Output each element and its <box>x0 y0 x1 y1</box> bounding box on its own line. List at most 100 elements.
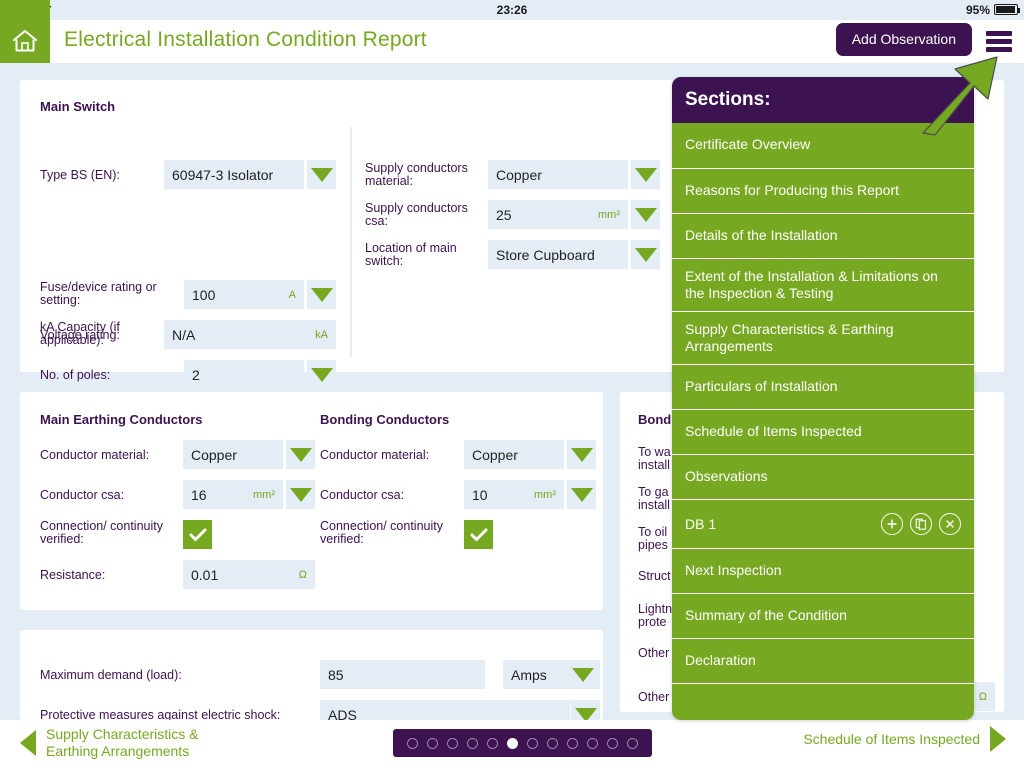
field-label-me-resistance: Resistance: <box>40 568 106 582</box>
dropdown-caret-no-of-poles[interactable] <box>307 360 336 389</box>
section-item-certificate-overview[interactable]: Certificate Overview <box>672 123 974 168</box>
section-item-observations[interactable]: Observations <box>672 454 974 499</box>
page-dot[interactable] <box>567 737 578 749</box>
battery-nub <box>1018 8 1020 13</box>
page-dot[interactable] <box>587 737 598 749</box>
section-item-label: Declaration <box>685 652 756 668</box>
page-dot-active[interactable] <box>507 737 518 749</box>
chevron-down-icon <box>634 207 657 222</box>
section-item-next-inspection[interactable]: Next Inspection <box>672 548 974 593</box>
field-value: 60947-3 Isolator <box>172 166 274 183</box>
page-dot[interactable] <box>427 737 438 749</box>
field-value: 85 <box>328 666 344 683</box>
field-max-demand[interactable]: 85 <box>320 660 485 689</box>
dropdown-caret-me-material[interactable] <box>286 440 315 469</box>
chevron-down-icon <box>572 667 594 682</box>
field-supply-material[interactable]: Copper <box>488 160 628 189</box>
field-label-to-water: To wa install <box>638 445 671 472</box>
section-item-blank[interactable] <box>672 683 974 720</box>
field-location-main-switch[interactable]: Store Cupboard <box>488 240 628 269</box>
section-item-reasons-for-producing[interactable]: Reasons for Producing this Report <box>672 168 974 213</box>
field-type-bs[interactable]: 60947-3 Isolator <box>164 160 304 189</box>
dropdown-caret-type-bs[interactable] <box>307 160 336 189</box>
checkbox-me-continuity[interactable] <box>183 520 212 549</box>
field-bc-material[interactable]: Copper <box>464 440 564 469</box>
chevron-down-icon <box>289 487 312 502</box>
duplicate-icon[interactable] <box>910 513 932 535</box>
page-dot[interactable] <box>547 737 558 749</box>
check-icon <box>470 528 487 541</box>
field-ka-capacity[interactable]: N/A kA <box>164 320 336 349</box>
chevron-down-icon <box>634 247 657 262</box>
field-me-csa[interactable]: 16 mm² <box>183 480 283 509</box>
page-dot[interactable] <box>487 737 498 749</box>
field-unit: mm² <box>598 208 620 221</box>
section-item-db-1[interactable]: DB 1 <box>672 499 974 548</box>
section-item-summary-of-the-condition[interactable]: Summary of the Condition <box>672 593 974 638</box>
field-max-demand-unit-select[interactable]: Amps <box>503 660 600 689</box>
battery-percent-label: 95% <box>965 3 990 17</box>
chevron-down-icon <box>634 167 657 182</box>
section-item-label: Reasons for Producing this Report <box>685 182 899 198</box>
field-label-lightning: Lightn prote <box>638 602 673 629</box>
delete-icon[interactable] <box>939 513 961 535</box>
dropdown-caret-supply-csa[interactable] <box>631 200 660 229</box>
add-observation-button[interactable]: Add Observation <box>835 23 972 56</box>
field-value: Copper <box>472 446 518 463</box>
panel-divider <box>350 127 352 357</box>
nav-previous-button[interactable]: Supply Characteristics & Earthing Arrang… <box>20 726 236 760</box>
field-supply-csa[interactable]: 25 mm² <box>488 200 628 229</box>
checkbox-bc-continuity[interactable] <box>464 520 493 549</box>
nav-previous-label: Supply Characteristics & Earthing Arrang… <box>46 726 199 759</box>
field-me-material[interactable]: Copper <box>183 440 283 469</box>
field-label-supply-csa: Supply conductors csa: <box>365 201 468 228</box>
sections-menu: Sections: Certificate Overview Reasons f… <box>672 77 974 720</box>
page-dot[interactable] <box>447 737 458 749</box>
menu-bar-3 <box>986 47 1012 52</box>
dropdown-caret-bc-csa[interactable] <box>567 480 596 509</box>
section-item-schedule-of-items-inspected[interactable]: Schedule of Items Inspected <box>672 409 974 454</box>
page-dot[interactable] <box>627 737 638 749</box>
field-value: Amps <box>511 666 547 683</box>
dropdown-caret-location-main-switch[interactable] <box>631 240 660 269</box>
field-bc-csa[interactable]: 10 mm² <box>464 480 564 509</box>
home-icon <box>13 30 37 52</box>
dropdown-caret-me-csa[interactable] <box>286 480 315 509</box>
page-dot[interactable] <box>527 737 538 749</box>
section-item-details-of-installation[interactable]: Details of the Installation <box>672 213 974 258</box>
field-fuse-rating[interactable]: 100 A <box>184 280 304 309</box>
db-row-actions <box>881 513 961 535</box>
section-item-particulars-of-installation[interactable]: Particulars of Installation <box>672 364 974 409</box>
bonding-conductors-title: Bonding Conductors <box>320 412 450 427</box>
field-unit: Ω <box>978 690 987 703</box>
home-button[interactable] <box>0 0 50 63</box>
field-value: 16 <box>191 486 207 503</box>
page-dot[interactable] <box>607 737 618 749</box>
add-icon[interactable] <box>881 513 903 535</box>
field-me-resistance[interactable]: 0.01 Ω <box>183 560 315 589</box>
hamburger-menu-icon[interactable] <box>982 31 1016 57</box>
field-unit: mm² <box>534 488 556 501</box>
section-item-extent-and-limitations[interactable]: Extent of the Installation & Limitations… <box>672 258 974 311</box>
section-item-label: Extent of the Installation & Limitations… <box>685 268 938 301</box>
page-indicator-dots <box>393 729 652 757</box>
page-dot[interactable] <box>407 737 418 749</box>
field-no-of-poles[interactable]: 2 <box>184 360 304 389</box>
nav-next-button[interactable]: Schedule of Items Inspected <box>803 726 1006 752</box>
dropdown-caret-bc-material[interactable] <box>567 440 596 469</box>
ios-status-bar: iPad 23:26 95% <box>0 0 1024 20</box>
field-value: 2 <box>192 366 200 383</box>
field-label-max-demand: Maximum demand (load): <box>40 668 182 682</box>
page-dot[interactable] <box>467 737 478 749</box>
section-item-declaration[interactable]: Declaration <box>672 638 974 683</box>
field-label-me-csa: Conductor csa: <box>40 488 125 502</box>
battery-icon <box>994 4 1020 15</box>
section-item-supply-characteristics[interactable]: Supply Characteristics & Earthing Arrang… <box>672 311 974 364</box>
nav-next-label: Schedule of Items Inspected <box>803 730 980 747</box>
status-clock: 23:26 <box>496 3 528 17</box>
sections-menu-header: Sections: <box>672 77 974 123</box>
dropdown-caret-fuse-rating[interactable] <box>307 280 336 309</box>
field-label-structural: Struct <box>638 569 671 583</box>
dropdown-caret-supply-material[interactable] <box>631 160 660 189</box>
dropdown-caret-max-demand-unit[interactable] <box>572 667 600 682</box>
